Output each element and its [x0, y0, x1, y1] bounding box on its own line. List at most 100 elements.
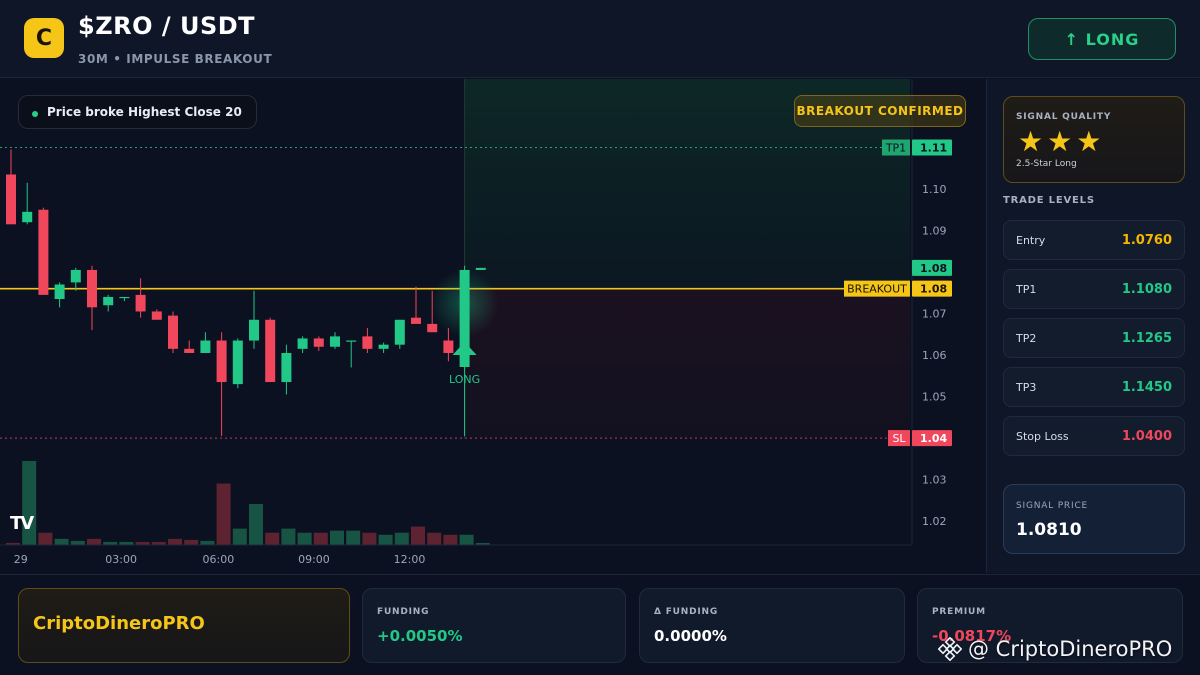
candle-body — [184, 348, 195, 353]
binance-diamond-icon — [938, 637, 962, 661]
candle-body — [135, 294, 146, 312]
breakout-reason-pill: Price broke Highest Close 20 — [18, 95, 257, 129]
breakout-reason-text: Price broke Highest Close 20 — [47, 105, 242, 119]
watermark: @ CriptoDineroPRO — [938, 637, 1172, 661]
candle-body — [330, 336, 340, 347]
candle-body — [38, 209, 49, 295]
signal-glow — [430, 269, 499, 338]
time-tick-label: 09:00 — [298, 553, 330, 566]
level-value: 1.1265 — [1121, 331, 1172, 346]
volume-bar — [394, 532, 409, 545]
candle-body — [103, 296, 114, 306]
timeframe-subtitle: 30M • IMPULSE BREAKOUT — [78, 52, 273, 66]
signal-price-value: 1.0810 — [1016, 520, 1082, 540]
candle-body — [70, 269, 81, 283]
signal-quality-sub: 2.5-Star Long — [1016, 159, 1077, 169]
level-value: 1.0760 — [1121, 233, 1172, 248]
volume-bar — [70, 540, 85, 545]
level-value: 1.0400 — [1121, 429, 1172, 444]
long-signal-label: LONG — [449, 373, 480, 386]
candle-body — [265, 319, 276, 383]
volume-bar — [168, 538, 182, 545]
signal-price-label: SIGNAL PRICE — [1016, 501, 1089, 511]
trade-levels-title: TRADE LEVELS — [1003, 195, 1095, 206]
candle-body — [427, 323, 438, 333]
price-tick-label: 1.06 — [922, 349, 947, 362]
status-dot — [32, 111, 38, 117]
funding-card: FUNDING +0.0050% — [362, 588, 626, 663]
level-tp2: TP2 1.1265 — [1003, 318, 1185, 358]
footer-stats: CriptoDineroPRO FUNDING +0.0050% Δ FUNDI… — [0, 574, 1200, 675]
volume-bar — [459, 534, 474, 545]
level-tp1: TP1 1.1080 — [1003, 269, 1185, 309]
candle-body — [151, 311, 162, 320]
candle-body — [443, 340, 454, 353]
candle-body — [249, 319, 259, 341]
breakout-tag-value: 1.08 — [920, 283, 947, 296]
time-tick-label: 03:00 — [105, 553, 137, 566]
volume-bar — [249, 504, 263, 545]
brand-name: CriptoDineroPRO — [33, 613, 205, 634]
candles — [6, 149, 486, 437]
price-tick-label: 1.02 — [922, 515, 947, 528]
time-tick-label: 06:00 — [203, 553, 235, 566]
candle-body — [168, 315, 178, 349]
time-tick-label: 29 — [14, 553, 28, 566]
price-tick-label: 1.09 — [922, 225, 947, 238]
candle-body — [200, 340, 211, 353]
candle-body — [394, 319, 405, 345]
volume-bar — [427, 532, 442, 545]
last-price-tag-value: 1.08 — [920, 262, 947, 275]
price-tick-label: 1.07 — [922, 308, 947, 321]
volume-bar — [330, 530, 344, 545]
price-tick-label: 1.10 — [922, 183, 947, 196]
sl-label: SL — [892, 432, 906, 445]
candle-body — [281, 352, 292, 383]
level-name: TP3 — [1016, 381, 1037, 394]
volume-bar — [87, 538, 101, 545]
level-tp3: TP3 1.1450 — [1003, 367, 1185, 407]
funding-label: FUNDING — [377, 607, 430, 617]
price-tick-label: 1.05 — [922, 391, 947, 404]
watermark-text: @ CriptoDineroPRO — [968, 637, 1173, 661]
candle-body — [378, 344, 389, 349]
breakout-label: BREAKOUT — [847, 283, 907, 296]
long-button[interactable]: ↑ LONG — [1028, 18, 1176, 60]
volume-bar — [346, 530, 361, 545]
volume-bar — [216, 483, 231, 545]
tp1-label: TP1 — [885, 141, 906, 154]
volume-bar — [313, 532, 328, 545]
tradingview-logo[interactable]: TV — [10, 513, 34, 534]
candle-body — [119, 296, 130, 299]
volume-bar — [411, 526, 425, 545]
candle-body — [87, 269, 97, 308]
level-name: Entry — [1016, 234, 1046, 247]
level-entry: Entry 1.0760 — [1003, 220, 1185, 260]
candle-body — [6, 174, 16, 225]
volume-bar — [378, 534, 393, 545]
signal-quality-card: SIGNAL QUALITY ★★★ 2.5-Star Long — [1003, 96, 1185, 183]
signal-sidebar: SIGNAL QUALITY ★★★ 2.5-Star Long TRADE L… — [986, 79, 1200, 573]
candle-body — [297, 338, 308, 349]
price-tick-label: 1.03 — [922, 474, 947, 487]
funding-value: +0.0050% — [377, 627, 463, 645]
level-name: TP2 — [1016, 332, 1037, 345]
price-chart[interactable]: LONG 1.10 1.09 1.07 1.06 1.05 1.03 1.02 29 03:00… — [0, 79, 985, 573]
candle-body — [313, 338, 324, 347]
delta-funding-value: 0.0000% — [654, 627, 727, 645]
candle-body — [475, 267, 486, 270]
candle-body — [346, 340, 357, 342]
volume-bar — [443, 534, 458, 545]
stop-loss-zone — [464, 288, 910, 439]
time-tick-label: 12:00 — [394, 553, 426, 566]
target-zones — [464, 79, 910, 439]
level-name: Stop Loss — [1016, 430, 1069, 443]
chart-canvas[interactable]: LONG 1.10 1.09 1.07 1.06 1.05 1.03 1.02 29 03:00… — [0, 79, 985, 573]
level-value: 1.1080 — [1121, 282, 1172, 297]
volume-bar — [232, 528, 247, 545]
level-stop-loss: Stop Loss 1.0400 — [1003, 416, 1185, 456]
pair-title: $ZRO / USDT — [78, 12, 256, 40]
volume-bar — [265, 532, 280, 545]
level-name: TP1 — [1016, 283, 1037, 296]
sl-tag-value: 1.04 — [920, 432, 947, 445]
